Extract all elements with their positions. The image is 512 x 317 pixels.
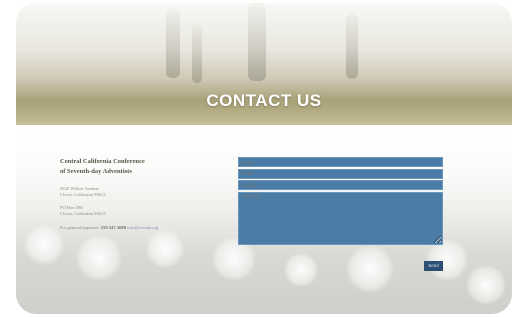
name-field[interactable]: [238, 157, 443, 167]
hero-banner: CONTACT US: [16, 3, 512, 125]
phone-prefix: For general inquiries:: [60, 225, 100, 230]
tree-trunk: [248, 3, 266, 81]
city-address: Clovis, California 93612: [60, 192, 106, 197]
phone-number: 559.347.3000: [100, 225, 126, 230]
po-box-city: Clovis, California 93613: [60, 211, 106, 216]
contact-line: For general inquiries: 559.347.3000 info…: [60, 225, 240, 230]
message-field[interactable]: [238, 191, 443, 245]
dandelion-puff: [466, 265, 506, 305]
email-link[interactable]: info@cccsda.org: [127, 225, 158, 230]
dandelion-puff: [76, 235, 122, 281]
organization-name-line2: of Seventh-day Adventists: [60, 168, 132, 175]
contact-form: Send: [238, 157, 443, 271]
organization-name-line1: Central California Conference: [60, 158, 145, 165]
contact-address: Central California Conference of Seventh…: [60, 157, 240, 230]
email-field[interactable]: [238, 168, 443, 179]
dandelion-puff: [24, 225, 64, 265]
tree-trunk: [166, 8, 180, 78]
dandelion-puff: [346, 245, 394, 293]
dandelion-puff: [284, 253, 318, 287]
send-button[interactable]: Send: [424, 261, 443, 271]
tree-trunk: [192, 23, 202, 83]
page-title: CONTACT US: [206, 91, 322, 110]
tree-trunk: [346, 13, 358, 79]
dandelion-puff: [146, 230, 184, 268]
subject-field[interactable]: [238, 180, 443, 190]
